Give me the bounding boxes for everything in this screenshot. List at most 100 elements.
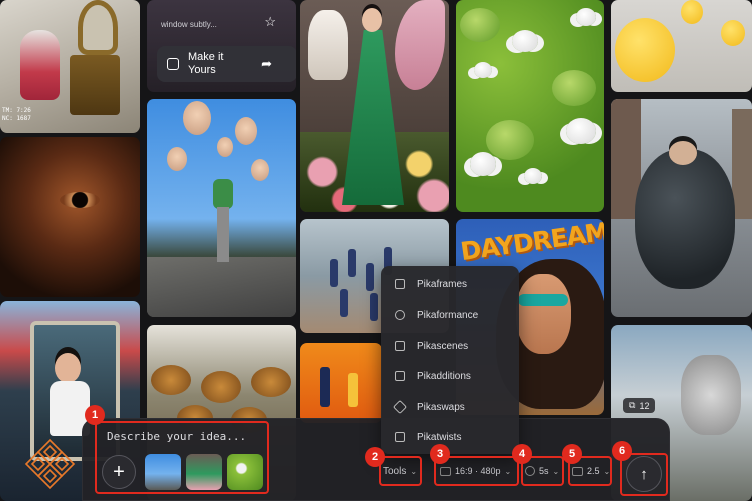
dancer	[330, 259, 338, 287]
building	[732, 109, 752, 219]
balloon-face	[251, 159, 269, 181]
cloud	[524, 168, 542, 184]
attached-thumbnail[interactable]	[145, 454, 181, 490]
daydream-title: DAYDREAM	[458, 219, 604, 267]
pika-logo-icon[interactable]	[22, 436, 78, 492]
unicorn	[308, 10, 348, 80]
balloon-face	[183, 101, 211, 135]
woman-head	[362, 8, 382, 32]
arrow-up-icon: ↑	[640, 465, 648, 483]
man-figure	[213, 179, 233, 209]
moss-bump	[552, 70, 596, 106]
gallery-tile-puffer-coat[interactable]	[611, 99, 752, 317]
tools-menu: Pikaframes Pikaformance Pikascenes Pikad…	[381, 266, 519, 454]
cloud	[576, 8, 596, 26]
annotation-number: 6	[612, 441, 632, 461]
count-badge-value: 12	[639, 400, 650, 411]
moss-bump	[486, 120, 534, 160]
eye	[60, 192, 100, 208]
gallery-tile-head-balloons[interactable]	[147, 99, 296, 317]
gallery-tile-cat[interactable]: TM: 7:26 NC: 1687	[0, 0, 140, 133]
menu-item-pikaswaps[interactable]: Pikaswaps	[381, 393, 519, 421]
gallery-tile-lemons[interactable]	[611, 0, 752, 92]
attached-thumbnail[interactable]	[186, 454, 222, 490]
figure-yellow	[348, 373, 358, 407]
send-button[interactable]: ↑	[626, 456, 662, 492]
menu-item-label: Pikatwists	[417, 431, 462, 443]
aspect-ratio-icon	[440, 466, 451, 476]
dancer	[366, 263, 374, 291]
attached-thumbnail[interactable]	[227, 454, 263, 490]
hat	[251, 367, 291, 397]
additions-icon	[395, 371, 405, 381]
gallery-tile-green-gown[interactable]	[300, 0, 449, 212]
girl-head	[55, 353, 81, 383]
gallery-tile-orange[interactable]	[300, 343, 382, 423]
dancer	[370, 293, 378, 321]
pink-dress	[20, 30, 60, 100]
gallery-tile-eye[interactable]	[0, 137, 140, 297]
gallery-tile-make-it-yours[interactable]: window subtly... ☆ Make it Yours ➦	[147, 0, 296, 92]
annotation-number: 2	[365, 447, 385, 467]
menu-item-label: Pikaframes	[417, 278, 468, 290]
performance-icon	[395, 310, 405, 320]
add-media-button[interactable]: +	[102, 455, 136, 489]
clock-icon	[525, 466, 535, 476]
man-head	[669, 141, 697, 165]
gallery-tile-moss[interactable]	[456, 0, 604, 212]
duration-label: 5s	[539, 466, 549, 476]
cloud	[474, 62, 492, 78]
lemon	[681, 0, 703, 24]
menu-item-label: Pikascenes	[417, 340, 469, 352]
tools-label: Tools	[383, 465, 407, 477]
mirror	[78, 0, 118, 55]
sunglasses	[518, 294, 568, 306]
puffer-coat	[635, 149, 735, 289]
frames-icon	[395, 279, 405, 289]
aspect-resolution-button[interactable]: 16:9 · 480p ⌄	[440, 458, 511, 484]
edit-icon	[167, 58, 179, 70]
duration-button[interactable]: 5s ⌄	[525, 458, 559, 484]
credits-label: 2.5	[587, 466, 600, 476]
cat-meta-text: TM: 7:26 NC: 1687	[2, 107, 31, 122]
annotation-number: 5	[562, 444, 582, 464]
cloud	[470, 152, 496, 176]
resolution-label: 16:9 · 480p	[455, 466, 501, 476]
menu-item-pikadditions[interactable]: Pikadditions	[381, 362, 519, 390]
lemon	[721, 20, 745, 46]
chevron-down-icon: ⌄	[410, 466, 418, 476]
figure-blue	[320, 367, 330, 407]
tools-button[interactable]: Tools ⌄	[383, 458, 417, 484]
credits-icon	[572, 466, 583, 476]
chevron-down-icon: ⌄	[603, 466, 611, 476]
star-icon[interactable]: ☆	[264, 14, 276, 30]
chevron-down-icon: ⌄	[552, 466, 560, 476]
chevron-down-icon: ⌄	[504, 466, 512, 476]
dancer	[348, 249, 356, 277]
balloon-face	[217, 137, 233, 157]
make-it-yours-button[interactable]: Make it Yours ➦	[157, 46, 296, 82]
stack-icon: ⧉	[629, 400, 636, 410]
share-icon[interactable]: ➦	[261, 56, 272, 72]
menu-item-label: Pikaformance	[417, 309, 479, 321]
vanity-table	[70, 55, 120, 115]
menu-item-pikascenes[interactable]: Pikascenes	[381, 332, 519, 360]
horse	[681, 355, 741, 435]
moss-bump	[460, 8, 500, 42]
twists-icon	[395, 432, 405, 442]
hat	[151, 365, 191, 395]
annotation-number: 1	[85, 405, 105, 425]
tile-caption: window subtly...	[161, 20, 217, 29]
count-badge: ⧉ 12	[623, 398, 656, 413]
cloud	[512, 30, 538, 52]
balloon-face	[235, 117, 257, 145]
woman-face	[516, 274, 571, 354]
menu-item-pikatwists[interactable]: Pikatwists	[381, 423, 519, 451]
menu-item-pikaformance[interactable]: Pikaformance	[381, 301, 519, 329]
menu-item-pikaframes[interactable]: Pikaframes	[381, 270, 519, 298]
dancer	[340, 289, 348, 317]
balloon-face	[167, 147, 187, 171]
swaps-icon	[392, 399, 408, 415]
prompt-input[interactable]: Describe your idea...	[107, 430, 246, 443]
road	[147, 257, 296, 317]
